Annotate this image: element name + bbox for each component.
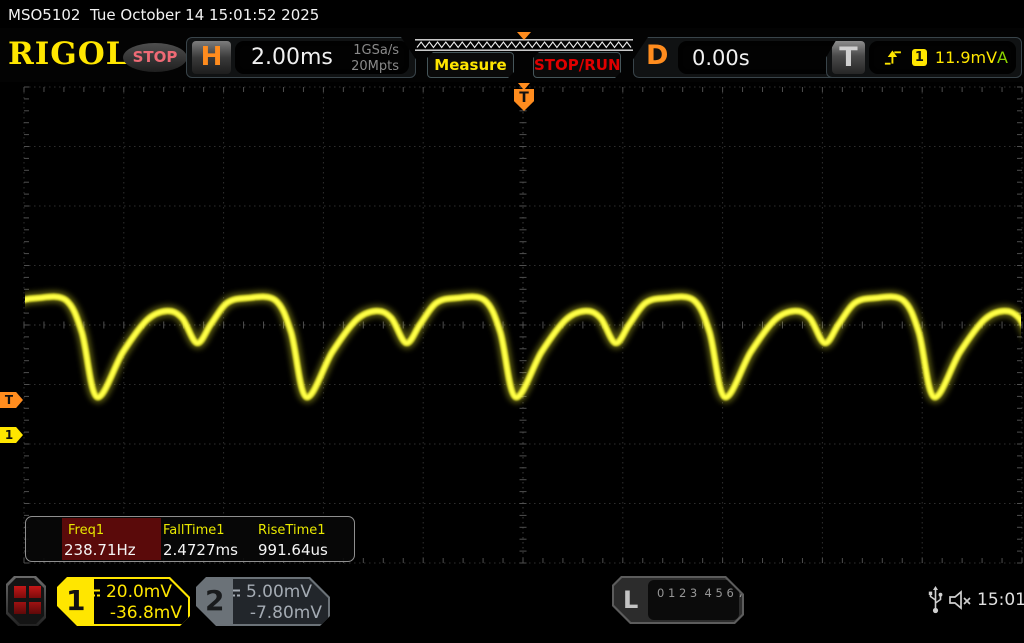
mute-speaker-icon <box>948 589 975 611</box>
horizontal-inset: 2.00ms 1GSa/s 20Mpts <box>235 41 409 74</box>
trigger-slope-icon <box>883 49 902 67</box>
clock: 15:01 <box>977 590 1024 610</box>
trigger-level-value: 11.9mV <box>935 48 997 67</box>
measurement-value-freq1: 238.71Hz <box>64 541 136 559</box>
trigger-position-tick-icon[interactable] <box>518 83 530 90</box>
run-state-badge: STOP <box>123 43 187 72</box>
channel1-offset: -36.8mV <box>86 603 182 624</box>
delay-d-icon: D <box>646 40 668 71</box>
memory-preview-strip[interactable] <box>415 39 633 51</box>
rigol-logo: RIGOL <box>8 36 129 72</box>
measurement-label-falltime1[interactable]: FallTime1 <box>163 523 225 538</box>
model-name: MSO5102 <box>8 6 80 24</box>
digital-inner: L 0 1 2 3 4 5 6 7 8 9 1011 12131415 <box>614 578 742 622</box>
usb-icon <box>928 586 943 614</box>
delay-value: 0.00s <box>692 46 750 70</box>
trigger-inset: 1 11.9mV A <box>869 41 1016 74</box>
coupling-dc-icon <box>86 588 101 598</box>
channel2-scale: 5.00mV <box>246 582 312 603</box>
digital-l-icon: L <box>623 586 638 614</box>
title-bar: MSO5102 Tue October 14 15:01:52 2025 <box>0 0 1024 28</box>
digital-channel-list: 0 1 2 3 4 5 6 7 8 9 1011 12131415 <box>648 580 739 620</box>
trigger-t-icon: T <box>832 41 865 74</box>
trigger-mode-indicator: A <box>997 48 1008 67</box>
header-bar: RIGOL STOP H 2.00ms 1GSa/s 20Mpts Measur… <box>0 28 1024 82</box>
measurement-panel[interactable]: Freq1 238.71Hz FallTime1 2.4727ms RiseTi… <box>25 516 355 562</box>
measure-button[interactable]: Measure <box>427 52 514 78</box>
horizontal-h-icon: H <box>192 41 231 74</box>
measurement-value-risetime1: 991.64us <box>258 541 328 559</box>
measurement-label-risetime1[interactable]: RiseTime1 <box>258 523 326 538</box>
digital-channels-button[interactable]: L 0 1 2 3 4 5 6 7 8 9 1011 12131415 <box>612 576 744 624</box>
channel1-scale: 20.0mV <box>106 582 172 603</box>
channel2-number: 2 <box>205 584 224 617</box>
stop-run-button[interactable]: STOP/RUN <box>533 52 621 78</box>
acquisition-info: 1GSa/s 20Mpts <box>351 43 399 74</box>
measurement-label-freq1[interactable]: Freq1 <box>68 523 104 538</box>
preview-trigger-position-icon[interactable] <box>517 32 531 40</box>
memory-depth: 20Mpts <box>351 59 399 75</box>
channel2-offset: -7.80mV <box>226 603 322 624</box>
sample-rate: 1GSa/s <box>351 43 399 59</box>
measurement-value-falltime1: 2.4727ms <box>163 541 238 559</box>
trigger-source-badge: 1 <box>912 49 927 66</box>
channel2-button[interactable]: 2 5.00mV -7.80mV <box>196 577 330 626</box>
trigger-panel[interactable]: T 1 11.9mV A <box>826 37 1022 78</box>
horizontal-panel[interactable]: H 2.00ms 1GSa/s 20Mpts <box>186 37 416 78</box>
channel1-number: 1 <box>66 584 85 617</box>
timebase-value: 2.00ms <box>251 45 333 70</box>
datetime-label: Tue October 14 15:01:52 2025 <box>90 6 319 24</box>
channel1-info: 20.0mV -36.8mV <box>94 579 188 624</box>
grid-icon <box>8 578 44 624</box>
channel1-button[interactable]: 1 20.0mV -36.8mV <box>57 577 190 626</box>
digital-row1: 0 1 2 3 4 5 6 7 <box>657 586 745 600</box>
coupling-dc-icon <box>226 588 241 598</box>
menu-grid-button[interactable] <box>6 576 46 626</box>
channel2-info: 5.00mV -7.80mV <box>233 579 328 624</box>
